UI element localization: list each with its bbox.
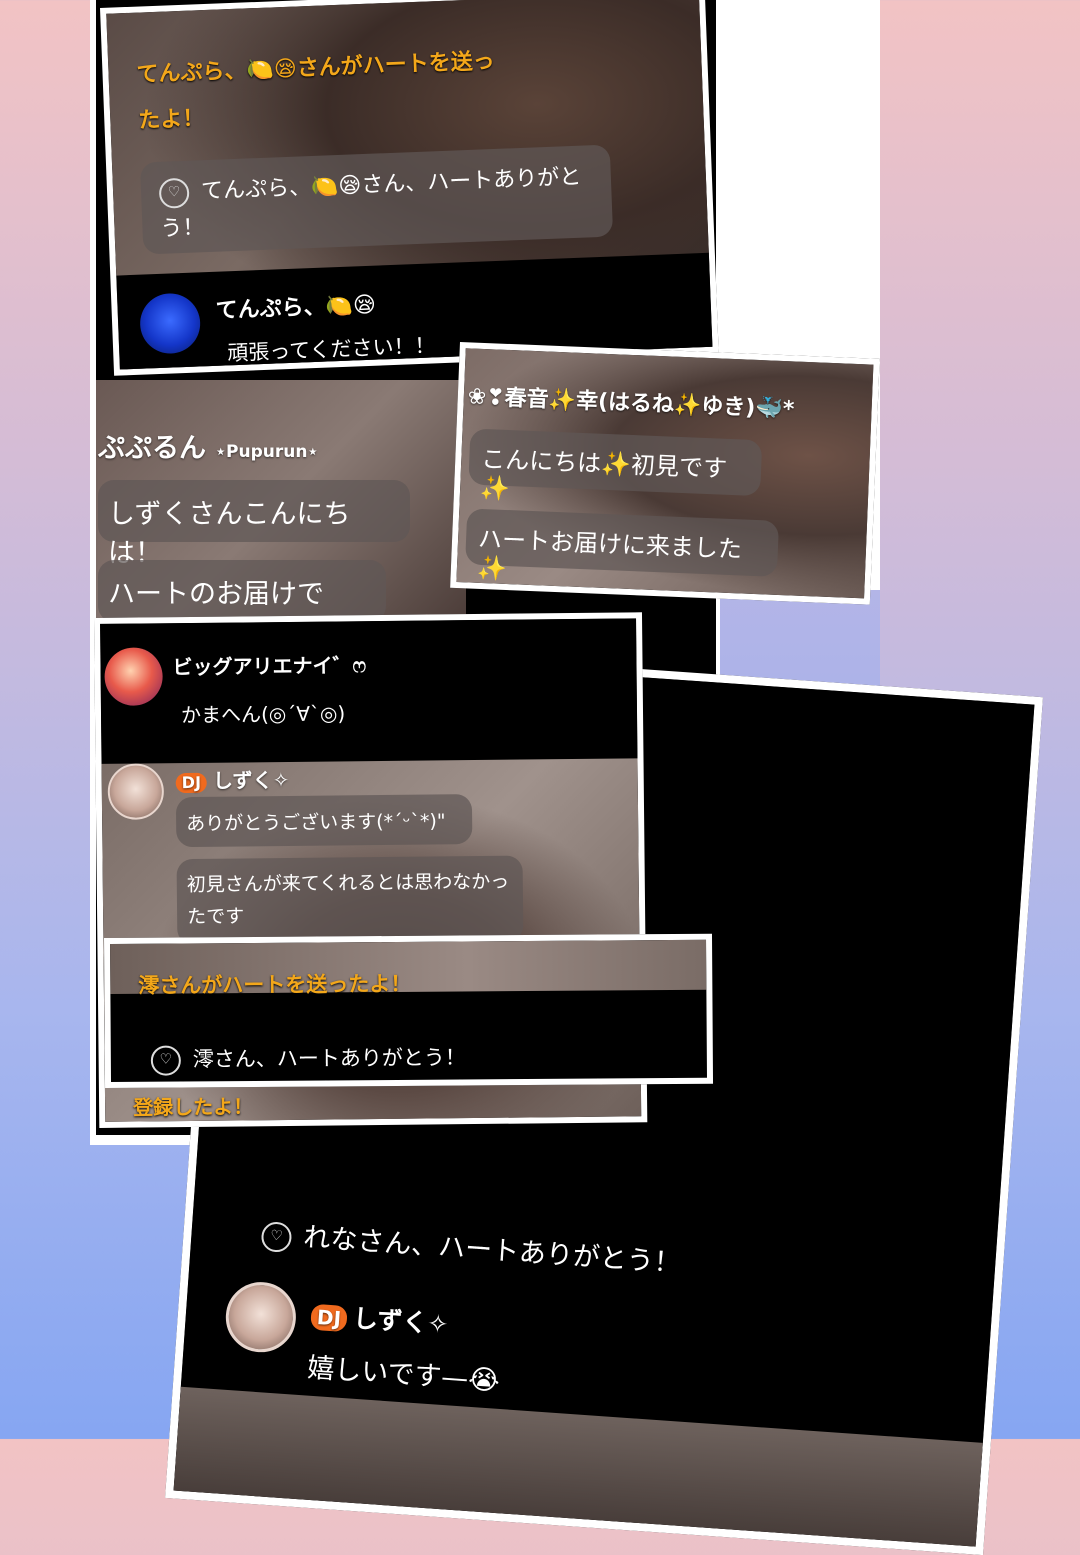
heart-thanks-row: ♡ 澪さん、ハートありがとう！ [150,1041,466,1076]
chat-bubble: しずくさんこんにちは！ [98,480,410,569]
comment-row [100,618,638,764]
heart-banner: てんぷら、🍋😪さんがハートを送ったよ！ [136,48,496,134]
heart-thanks-bubble: ♡ てんぷら、🍋😪さん、ハートありがとう！ [139,144,614,255]
heart-banner: 澪さんがハートを送ったよ！ [138,971,412,998]
heart-icon: ♡ [158,177,190,209]
avatar [107,763,165,820]
user-name: ぷぷるん ⋆Pupurun⋆ [98,433,319,464]
card-tempura-heart: てんぷら、🍋😪さんがハートを送ったよ！ ♡ てんぷら、🍋😪さん、ハートありがとう！… [100,0,719,376]
card-harune: ❀❣春音✨幸(はるね✨ゆき)🐳* こんにちは✨初見です✨ ハートお届けに来ました… [450,342,880,605]
heart-icon: ♡ [260,1220,293,1253]
chat-bubble: ハートのお届けです！ [98,560,386,630]
chat-bubble: 初見さんが来てくれるとは思わなかったです [176,855,524,946]
user-name: ビッグアリエナイ゛ෆ [172,653,367,680]
dj-badge: DJ [175,772,208,793]
avatar [104,647,163,706]
user-name: DJ しずく✧ [175,764,290,794]
heart-icon: ♡ [150,1045,181,1076]
partial-banner: 登録したよ！ [133,1094,254,1120]
card-pupurun: ぷぷるん ⋆Pupurun⋆ しずくさんこんにちは！ ハートのお届けです！ [96,380,466,630]
user-message: かまへん(◎´∀`◎) [180,701,346,728]
chat-bubble: ありがとうございます(*ˊᵕˋ*)" [175,794,473,848]
dj-badge: DJ [310,1303,348,1333]
user-name: てんぷら、🍋😪 [215,292,377,324]
card-mio-heart: 澪さんがハートを送ったよ！ ♡ 澪さん、ハートありがとう！ [104,933,714,1088]
chat-bubble: こんにちは✨初見です✨ [468,428,763,503]
